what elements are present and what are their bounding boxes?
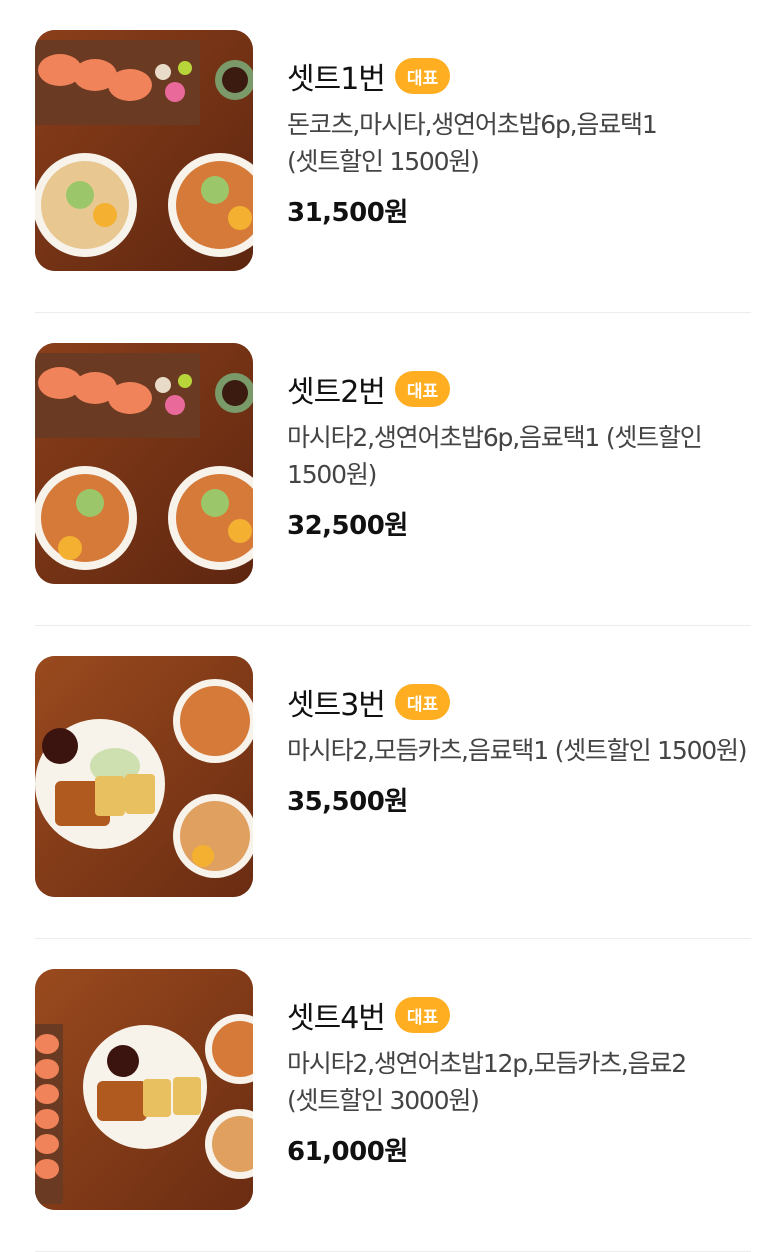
menu-item-title: 셋트1번 <box>287 62 386 97</box>
menu-item-set-3[interactable]: 셋트3번 대표 마시타2,모듬카츠,음료택1 (셋트할인 1500원) 35,5… <box>35 626 751 939</box>
menu-item-image <box>35 343 253 584</box>
menu-item-info: 셋트3번 대표 마시타2,모듬카츠,음료택1 (셋트할인 1500원) 35,5… <box>287 682 751 818</box>
menu-item-image <box>35 656 253 897</box>
representative-badge: 대표 <box>394 684 451 720</box>
representative-badge: 대표 <box>394 371 451 407</box>
menu-item-set-4[interactable]: 셋트4번 대표 마시타2,생연어초밥12p,모듬카츠,음료2 (셋트할인 300… <box>35 939 751 1252</box>
menu-item-description: 마시타2,생연어초밥6p,음료택1 (셋트할인 1500원) <box>287 423 703 489</box>
menu-item-set-1[interactable]: 셋트1번 대표 돈코츠,마시타,생연어초밥6p,음료택1 (셋트할인 1500원… <box>35 0 751 313</box>
menu-item-description: 돈코츠,마시타,생연어초밥6p,음료택1 (셋트할인 1500원) <box>287 110 658 176</box>
title-row: 셋트2번 대표 <box>287 369 751 410</box>
menu-item-info: 셋트4번 대표 마시타2,생연어초밥12p,모듬카츠,음료2 (셋트할인 300… <box>287 995 751 1168</box>
menu-item-set-2[interactable]: 셋트2번 대표 마시타2,생연어초밥6p,음료택1 (셋트할인 1500원) 3… <box>35 313 751 626</box>
representative-badge: 대표 <box>394 997 451 1033</box>
menu-item-image <box>35 969 253 1210</box>
representative-badge: 대표 <box>394 58 451 94</box>
menu-item-title: 셋트4번 <box>287 1001 386 1036</box>
menu-item-info: 셋트2번 대표 마시타2,생연어초밥6p,음료택1 (셋트할인 1500원) 3… <box>287 369 751 542</box>
menu-item-title: 셋트3번 <box>287 688 386 723</box>
menu-item-price: 61,000원 <box>287 1137 408 1167</box>
title-row: 셋트4번 대표 <box>287 995 751 1036</box>
menu-item-description: 마시타2,모듬카츠,음료택1 (셋트할인 1500원) <box>287 736 748 765</box>
menu-item-image <box>35 30 253 271</box>
menu-item-price: 35,500원 <box>287 787 408 817</box>
menu-item-title: 셋트2번 <box>287 375 386 410</box>
menu-item-price: 32,500원 <box>287 511 408 541</box>
menu-item-info: 셋트1번 대표 돈코츠,마시타,생연어초밥6p,음료택1 (셋트할인 1500원… <box>287 56 751 229</box>
menu-item-description: 마시타2,생연어초밥12p,모듬카츠,음료2 (셋트할인 3000원) <box>287 1049 687 1115</box>
title-row: 셋트3번 대표 <box>287 682 751 723</box>
menu-item-price: 31,500원 <box>287 198 408 228</box>
title-row: 셋트1번 대표 <box>287 56 751 97</box>
